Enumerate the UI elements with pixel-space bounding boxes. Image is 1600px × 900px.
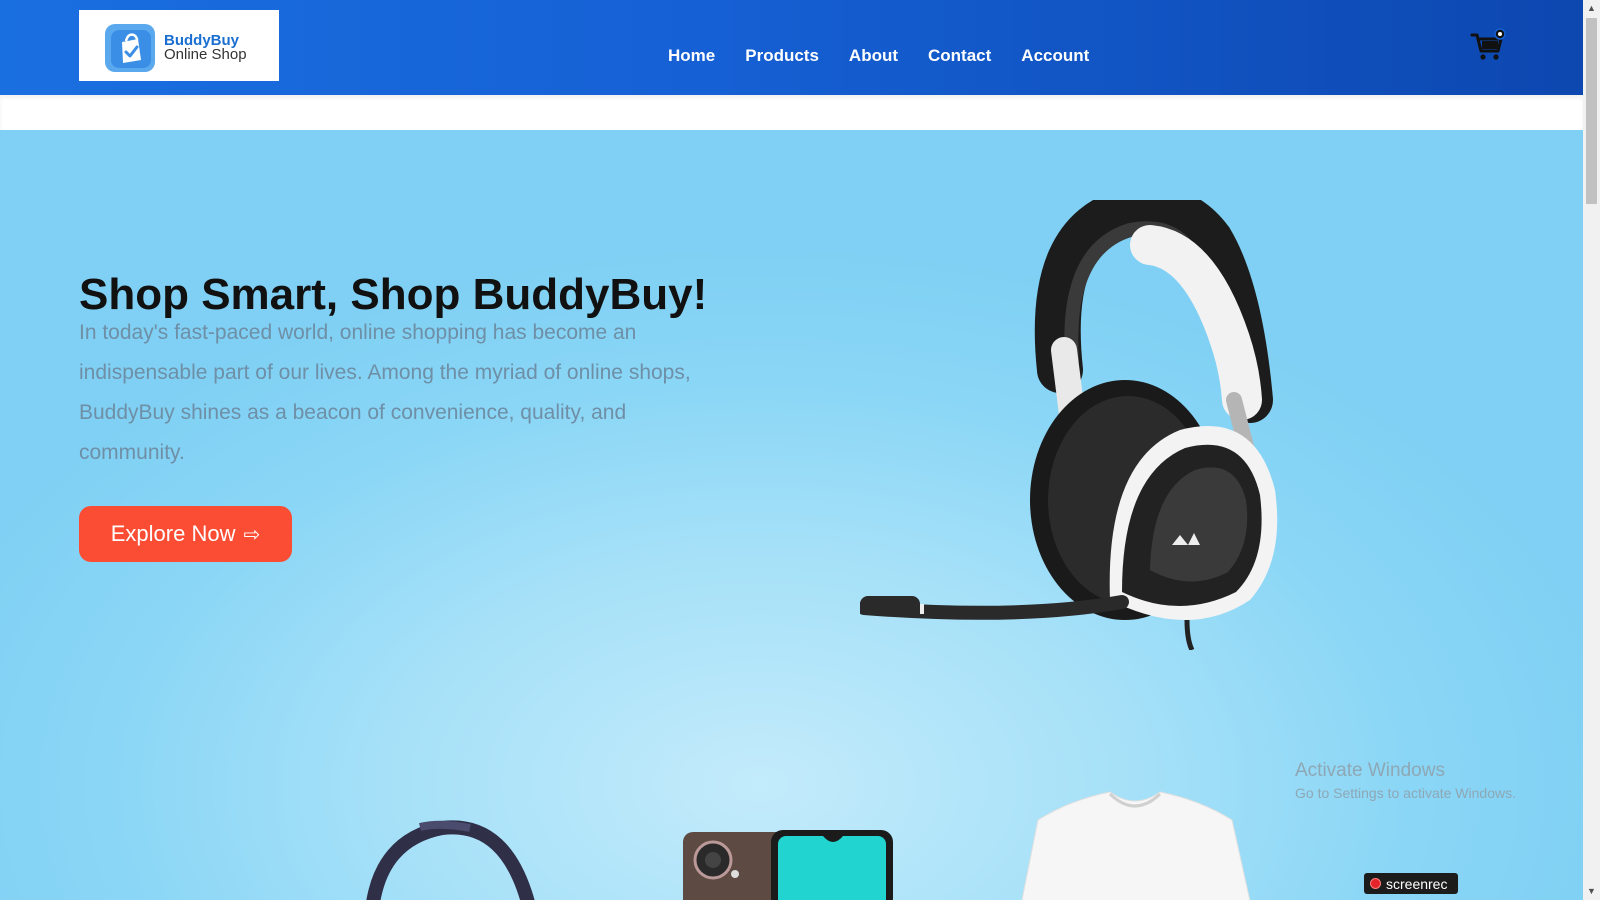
smartphone-product-image bbox=[683, 830, 893, 900]
windows-activation-watermark: Activate Windows Go to Settings to activ… bbox=[1295, 760, 1516, 801]
headphones-product-image bbox=[366, 820, 535, 900]
activate-title: Activate Windows bbox=[1295, 760, 1445, 781]
hero-section: Shop Smart, Shop BuddyBuy! In today's fa… bbox=[0, 130, 1583, 900]
scroll-down-arrow-icon[interactable]: ▼ bbox=[1583, 883, 1600, 900]
hero-description: In today's fast-paced world, online shop… bbox=[79, 321, 691, 464]
scrollbar-thumb[interactable] bbox=[1586, 18, 1597, 204]
main-nav: Home Products About Contact Account bbox=[668, 46, 1119, 66]
arrow-right-icon: ⇨ bbox=[243, 523, 261, 546]
explore-now-label: Explore Now bbox=[110, 521, 236, 546]
record-dot-icon bbox=[1370, 878, 1381, 889]
nav-about[interactable]: About bbox=[849, 46, 898, 66]
shopping-bag-check-icon bbox=[105, 24, 155, 72]
screenrec-badge[interactable]: screenrec bbox=[1364, 873, 1458, 894]
tshirt-product-image bbox=[1021, 791, 1251, 900]
nav-products[interactable]: Products bbox=[745, 46, 819, 66]
explore-now-button[interactable]: Explore Now ⇨ bbox=[79, 506, 292, 562]
vertical-scrollbar[interactable]: ▲ ▼ bbox=[1583, 0, 1600, 900]
brand-logo[interactable]: BuddyBuy Online Shop bbox=[79, 10, 279, 81]
brand-tagline: Online Shop bbox=[164, 46, 247, 63]
nav-home[interactable]: Home bbox=[668, 46, 715, 66]
scroll-up-arrow-icon[interactable]: ▲ bbox=[1583, 0, 1600, 17]
screenrec-label: screenrec bbox=[1386, 875, 1448, 892]
header-spacer bbox=[0, 95, 1583, 130]
site-header: BuddyBuy Online Shop Home Products About… bbox=[0, 0, 1583, 95]
headset-product-image bbox=[860, 200, 1278, 650]
nav-account[interactable]: Account bbox=[1021, 46, 1089, 66]
cart-icon[interactable] bbox=[1470, 27, 1506, 63]
activate-subtitle: Go to Settings to activate Windows. bbox=[1295, 785, 1516, 801]
nav-contact[interactable]: Contact bbox=[928, 46, 991, 66]
